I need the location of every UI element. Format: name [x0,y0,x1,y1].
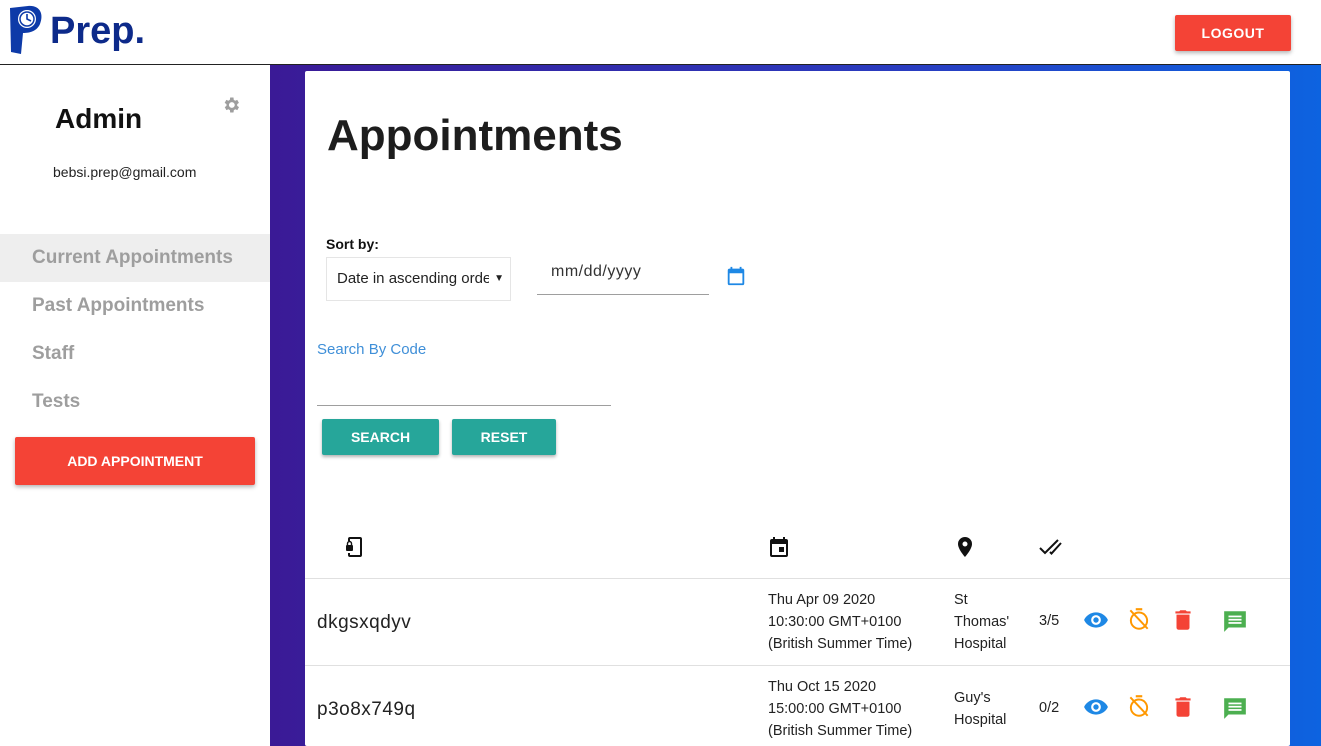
sidebar-item-past-appointments[interactable]: Past Appointments [0,282,270,330]
location-line: Thomas' [954,614,1010,630]
prep-logo-icon [10,5,42,54]
location-line: Hospital [954,712,1007,728]
timezone-line: (British Summer Time) [768,636,913,652]
date-filter-input[interactable]: mm/dd/yyyy [537,255,709,295]
top-bar: Prep. LOGOUT [0,0,1321,65]
location-line: Hospital [954,636,1007,652]
appointment-date: Thu Apr 09 2020 10:30:00 GMT+0100 (Briti… [768,589,912,655]
search-code-input[interactable] [317,371,611,406]
sidebar-item-current-appointments[interactable]: Current Appointments [0,234,270,282]
tests-completed: 3/5 [1039,613,1060,629]
message-icon[interactable] [1222,608,1248,634]
eye-icon[interactable] [1083,694,1109,720]
sidebar: Admin bebsi.prep@gmail.com Current Appoi… [0,65,270,746]
admin-name: Admin [55,103,143,134]
eye-icon[interactable] [1083,607,1109,633]
tests-completed: 0/2 [1039,700,1060,716]
search-button[interactable]: SEARCH [322,419,439,455]
location-pin-icon [958,537,972,557]
dropdown-caret-icon: ▼ [494,273,504,284]
time-line: 15:00:00 GMT+0100 [768,701,902,717]
table-row[interactable]: dkgsxqdyv Thu Apr 09 2020 10:30:00 GMT+0… [305,579,1290,665]
sort-label: Sort by: [326,236,379,252]
appointment-code: p3o8x749q [317,699,416,720]
appointment-location: Guy's Hospital [954,687,1024,731]
timer-off-icon[interactable] [1126,693,1152,719]
logo[interactable]: Prep. [6,4,145,56]
calendar-icon [770,537,788,557]
sidebar-item-tests[interactable]: Tests [0,378,270,426]
admin-email: bebsi.prep@gmail.com [53,164,197,180]
location-line: Guy's [954,690,991,706]
date-line: Thu Apr 09 2020 [768,592,876,608]
logout-button[interactable]: LOGOUT [1175,15,1291,51]
delete-icon[interactable] [1170,694,1196,720]
location-line: St [954,592,968,608]
delete-icon[interactable] [1170,607,1196,633]
timer-off-icon[interactable] [1126,606,1152,632]
gear-icon[interactable] [221,95,241,115]
appointment-date: Thu Oct 15 2020 15:00:00 GMT+0100 (Briti… [768,676,912,742]
sort-select[interactable]: Date in ascending order ▼ [326,257,511,301]
date-line: Thu Oct 15 2020 [768,679,877,695]
time-line: 10:30:00 GMT+0100 [768,614,902,630]
sort-select-value: Date in ascending order [337,270,489,287]
search-by-code-label: Search By Code [317,341,427,358]
add-appointment-button[interactable]: ADD APPOINTMENT [15,437,255,485]
appointments-card: Appointments Sort by: Date in ascending … [305,71,1290,746]
table-row[interactable]: p3o8x749q Thu Oct 15 2020 15:00:00 GMT+0… [305,666,1290,746]
sidebar-item-staff[interactable]: Staff [0,330,270,378]
appointment-code: dkgsxqdyv [317,612,412,633]
brand-name: Prep. [50,9,146,52]
calendar-picker-icon[interactable] [725,265,747,287]
appointment-location: St Thomas' Hospital [954,589,1024,655]
message-icon[interactable] [1222,695,1248,721]
sidebar-nav: Current Appointments Past Appointments S… [0,234,270,426]
reset-button[interactable]: RESET [452,419,556,455]
checkmark-icon [1039,539,1062,555]
phone-icon [346,537,362,557]
timezone-line: (British Summer Time) [768,723,913,739]
page-title: Appointments [327,111,623,160]
